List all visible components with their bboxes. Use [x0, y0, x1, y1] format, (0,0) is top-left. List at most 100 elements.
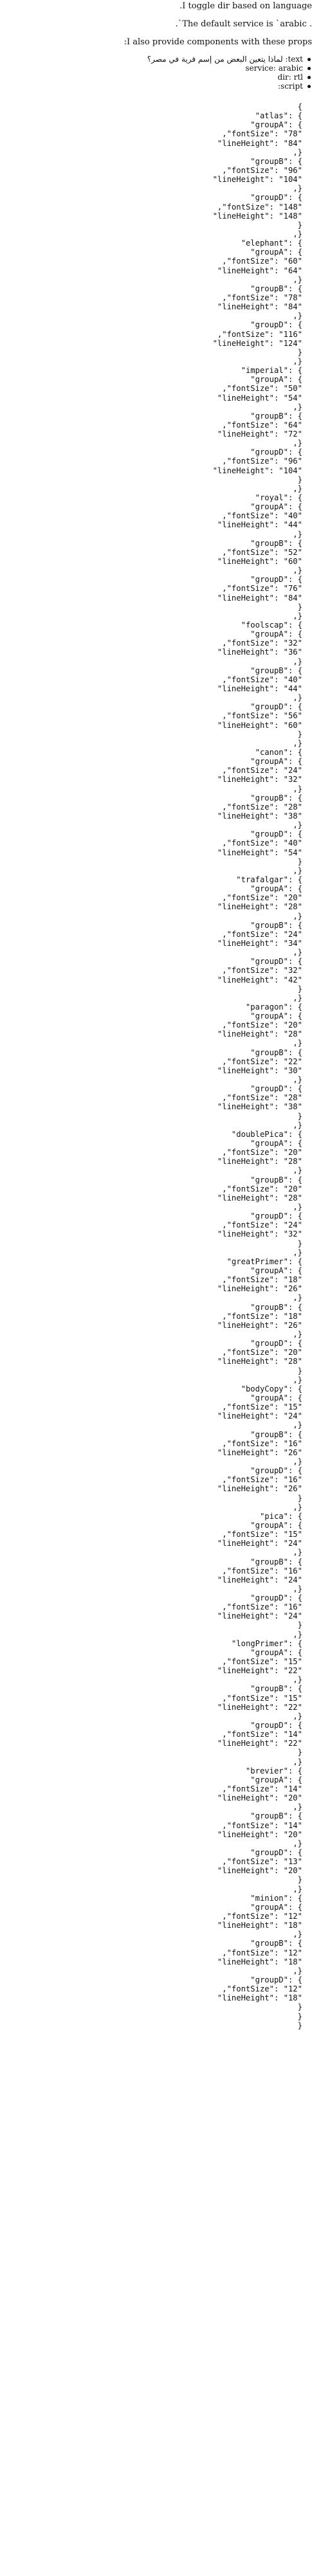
code-line: {,: [293, 147, 302, 157]
code-line: {: [297, 1620, 302, 1630]
code-line: } :"longPrimer": [231, 1638, 302, 1648]
code-line: "fontSize": "14",: [222, 1820, 302, 1830]
code-line: "lineHeight": "124": [212, 338, 302, 348]
code-line: "lineHeight": "28": [217, 1357, 302, 1366]
code-line: } :"groupB": [250, 1429, 302, 1439]
code-line: "fontSize": "52",: [222, 547, 302, 557]
code-line: "fontSize": "96",: [222, 165, 302, 175]
code-line: } :"groupB": [250, 284, 302, 293]
code-line: {,: [293, 1548, 302, 1557]
code-line: "fontSize": "24",: [222, 929, 302, 939]
code-line: "fontSize": "20",: [222, 893, 302, 903]
code-line: "fontSize": "32",: [222, 639, 302, 648]
code-line: "lineHeight": "84": [217, 138, 302, 148]
code-line: "fontSize": "20",: [222, 1148, 302, 1157]
code-line: } :"groupD": [250, 1339, 302, 1348]
code-line: {: [297, 347, 302, 357]
code-line: {: [297, 1875, 302, 1885]
code-line: "lineHeight": "26": [217, 1284, 302, 1294]
code-line: {: [297, 984, 302, 993]
code-line: "fontSize": "18",: [222, 1311, 302, 1321]
code-line: } :"groupA": [250, 1775, 302, 1784]
code-line: "lineHeight": "30": [217, 1066, 302, 1075]
code-line: } :"groupD": [250, 448, 302, 457]
code-line: } :"groupD": [250, 1593, 302, 1603]
code-line: "fontSize": "96",: [222, 457, 302, 466]
code-line: } :"groupA": [250, 1139, 302, 1148]
code-line: } :"groupA": [250, 757, 302, 766]
code-line: {,: [293, 1420, 302, 1430]
code-line: "lineHeight": "42": [217, 975, 302, 984]
intro-paragraph: I toggle dir based on language.: [179, 1, 312, 11]
code-line: } :"groupA": [250, 630, 302, 639]
code-line: } :"groupD": [250, 1848, 302, 1857]
code-line: {: [297, 2020, 302, 2030]
code-line: "fontSize": "40",: [222, 675, 302, 684]
code-line: "fontSize": "15",: [222, 1657, 302, 1667]
code-line: } :"trafalgar": [236, 875, 302, 884]
code-line: } :"groupA": [250, 884, 302, 894]
list-item-dir: dir: rtl: [0, 73, 311, 82]
code-line: {,: [293, 1202, 302, 1212]
code-line: {,: [293, 1293, 302, 1303]
code-line: "fontSize": "15",: [222, 1693, 302, 1703]
code-line: "lineHeight": "24": [217, 1411, 302, 1421]
code-line: } :"groupA": [250, 120, 302, 130]
document-page: I toggle dir based on language. . The de…: [0, 0, 312, 2576]
code-line: {,: [293, 1166, 302, 1175]
code-line: {,: [293, 1075, 302, 1085]
code-line: "fontSize": "14",: [222, 1730, 302, 1739]
code-line: {,: [293, 1329, 302, 1339]
code-line: } :"groupA": [250, 1902, 302, 1912]
code-line: {,: [293, 1930, 302, 1939]
code-line: {,: [293, 821, 302, 830]
code-line: "fontSize": "78",: [222, 129, 302, 139]
code-line: {: [297, 1366, 302, 1375]
code-line: "lineHeight": "20": [217, 1793, 302, 1803]
code-line: {,: [293, 948, 302, 957]
code-line: {,: [293, 1039, 302, 1048]
code-line: "lineHeight": "20": [217, 1866, 302, 1876]
code-line: "lineHeight": "38": [217, 811, 302, 821]
code-line: "lineHeight": "44": [217, 520, 302, 530]
code-line: "lineHeight": "28": [217, 902, 302, 912]
code-line: "lineHeight": "28": [217, 1029, 302, 1039]
code-line: {: [297, 1493, 302, 1503]
code-line: "fontSize": "12",: [222, 1911, 302, 1921]
code-line: "lineHeight": "22": [217, 1666, 302, 1676]
code-line: "fontSize": "64",: [222, 420, 302, 430]
code-line: "lineHeight": "44": [217, 684, 302, 693]
code-line: "lineHeight": "26": [217, 1447, 302, 1457]
code-line: } :"groupA": [250, 1520, 302, 1530]
code-line: } :"elephant": [241, 239, 302, 248]
code-line: "fontSize": "15",: [222, 1530, 302, 1539]
code-line: } :"groupB": [250, 1302, 302, 1312]
code-line: } :"groupA": [250, 1393, 302, 1402]
code-line: } :"bodyCopy": [241, 1384, 302, 1393]
code-line: {,: [293, 993, 302, 1002]
code-line: {,: [293, 1884, 302, 1894]
script-code-block: }} :"atlas"} :"groupA" "fontSize": "78", "…: [0, 91, 312, 2030]
code-line: "lineHeight": "72": [217, 430, 302, 439]
code-line: "fontSize": "13",: [222, 1857, 302, 1867]
code-line: {,: [293, 866, 302, 875]
code-line: "fontSize": "60",: [222, 257, 302, 266]
code-line: {,: [293, 1757, 302, 1766]
code-line: {,: [293, 1502, 302, 1512]
code-line: } :"groupD": [250, 830, 302, 839]
code-line: {,: [293, 529, 302, 539]
code-line: "fontSize": "14",: [222, 1784, 302, 1794]
code-line: "fontSize": "18",: [222, 1275, 302, 1285]
code-line: {,: [293, 311, 302, 321]
code-line: "lineHeight": "18": [217, 1921, 302, 1930]
code-line: "fontSize": "20",: [222, 1020, 302, 1030]
code-line: } :"royal": [255, 493, 302, 503]
code-line: } :"groupD": [250, 1721, 302, 1730]
code-line: "lineHeight": "24": [217, 1539, 302, 1548]
code-line: } :"greatPrimer": [226, 1256, 302, 1266]
props-list: text: لماذا يتعين البعض من إسم قرية في م…: [0, 55, 312, 91]
code-line: {,: [293, 1375, 302, 1384]
code-line: } :"groupD": [250, 1084, 302, 1094]
code-line: "lineHeight": "60": [217, 557, 302, 567]
code-line: {,: [293, 1629, 302, 1639]
